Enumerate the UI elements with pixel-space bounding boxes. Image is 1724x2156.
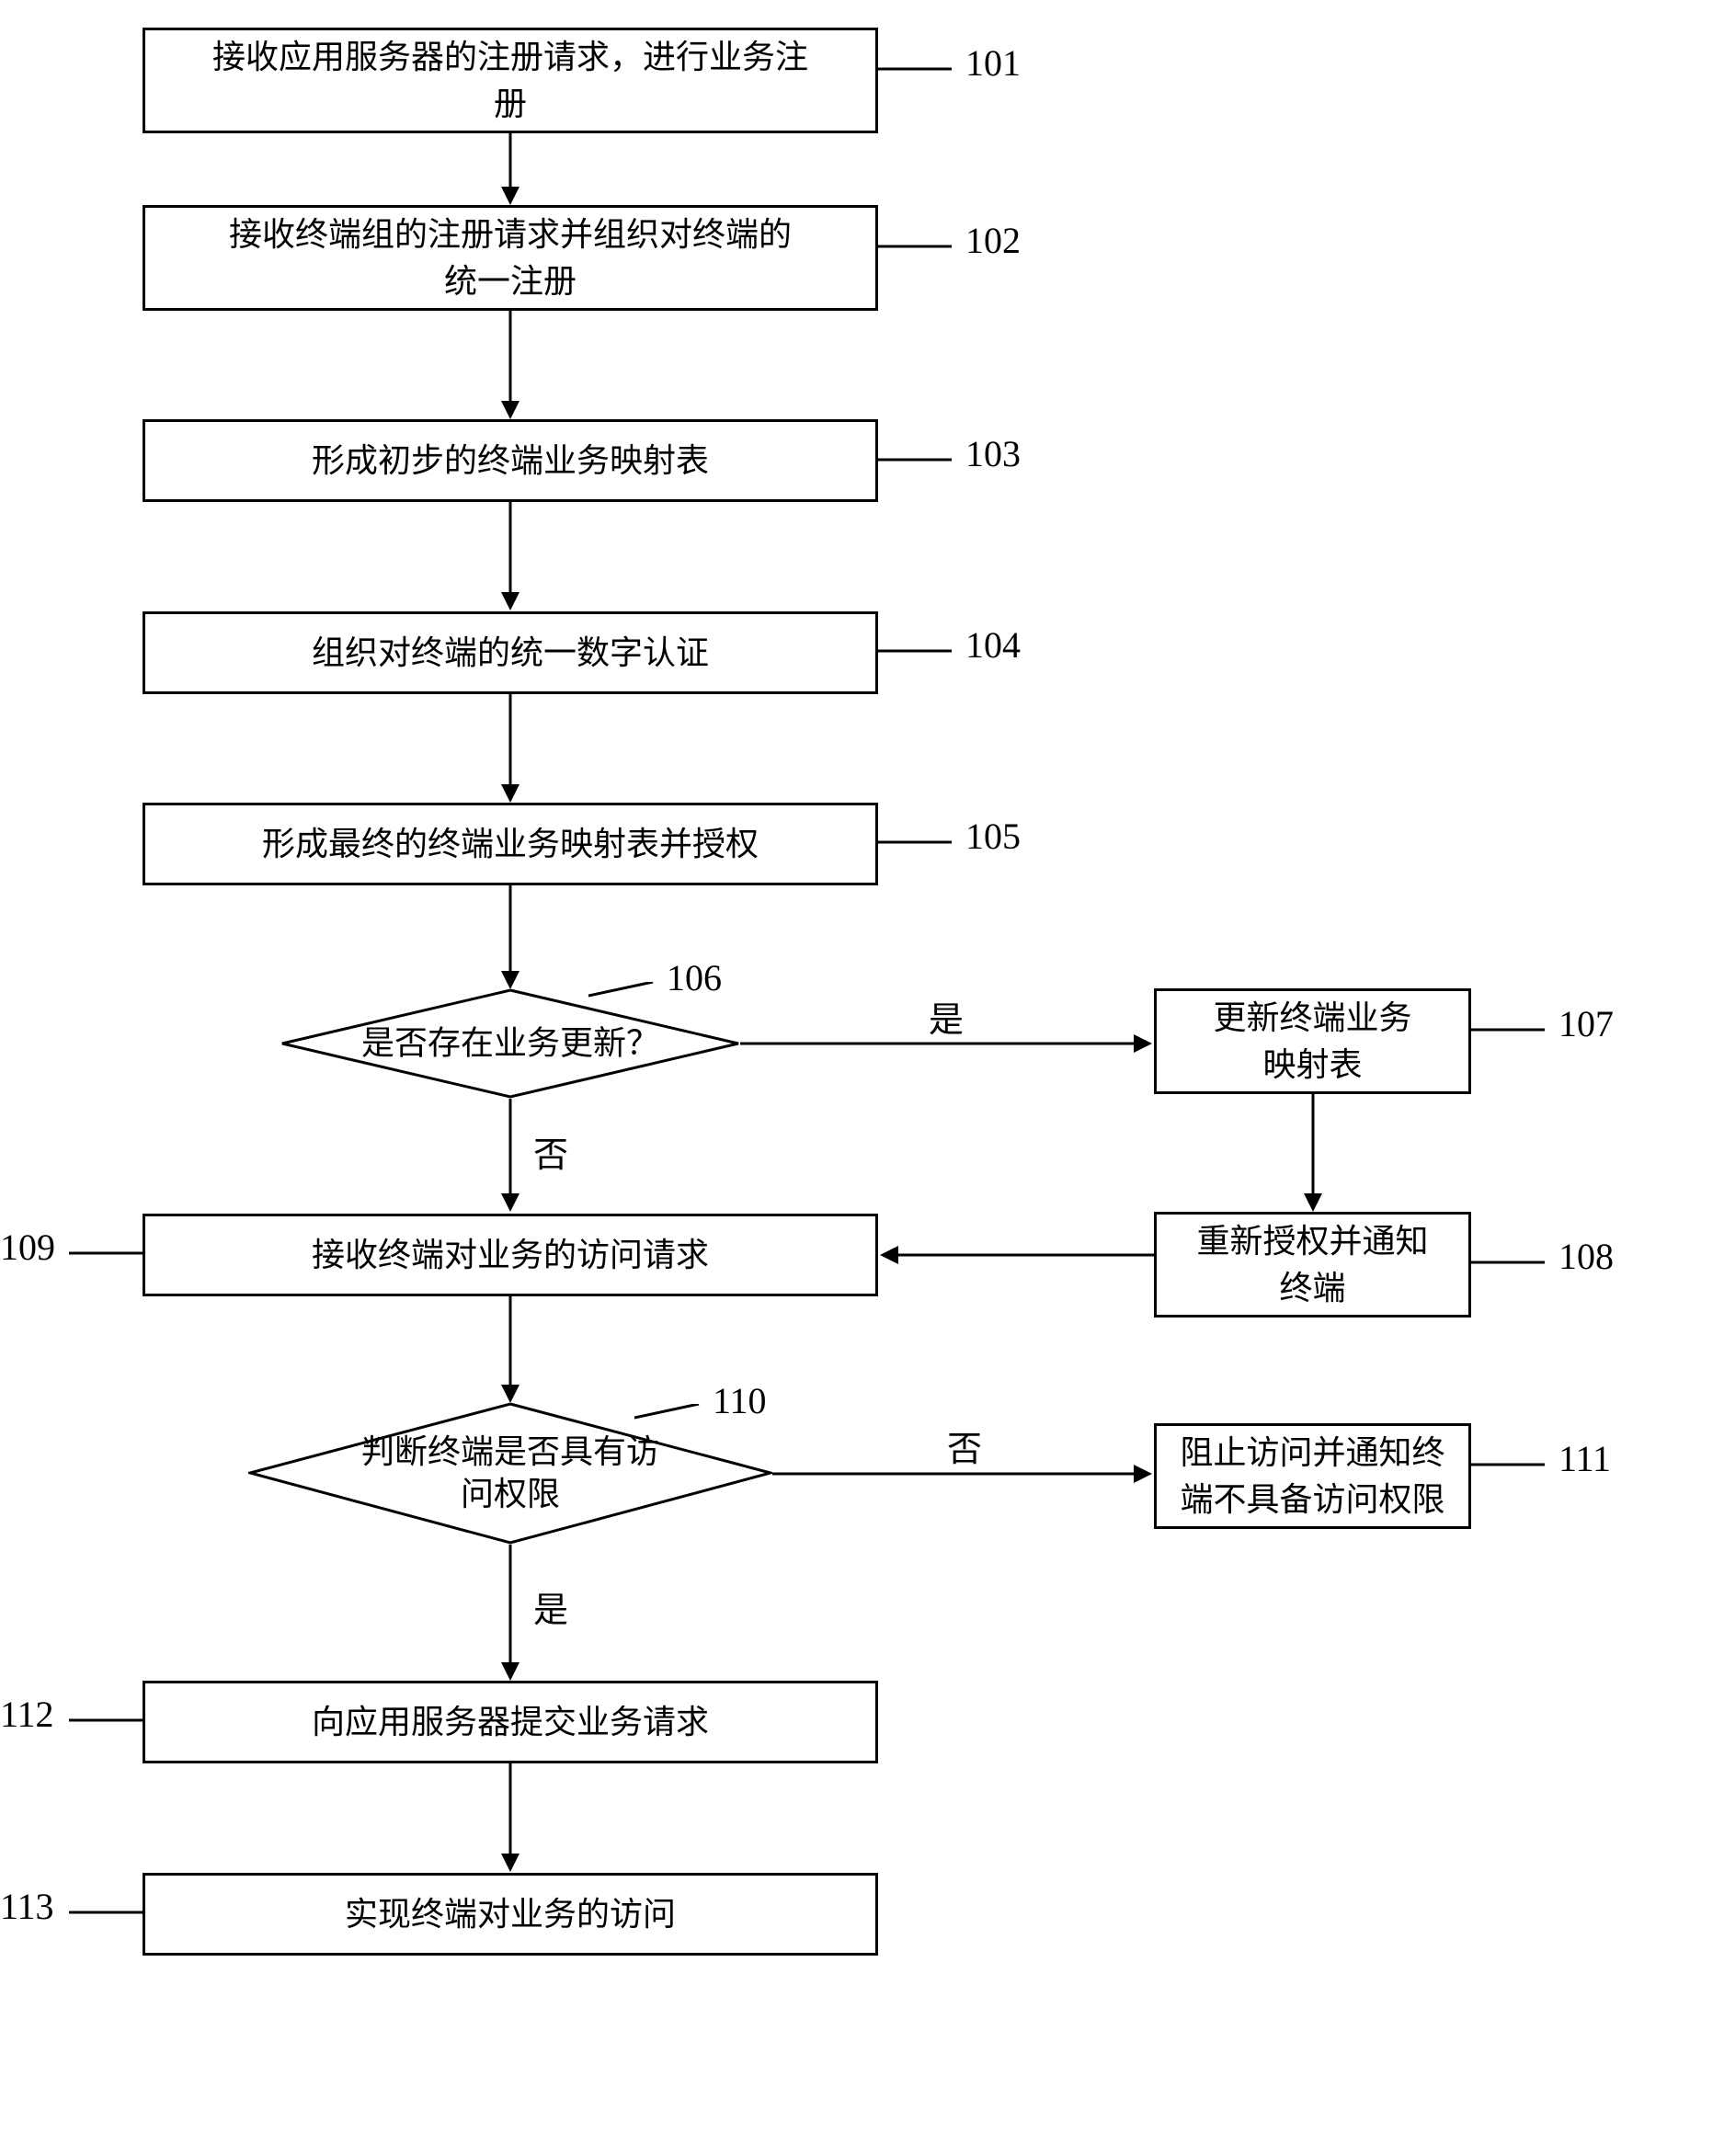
- step-103-text: 形成初步的终端业务映射表: [312, 438, 709, 484]
- step-113-text: 实现终端对业务的访问: [345, 1891, 676, 1937]
- arrow-106-109: [497, 1099, 533, 1214]
- connector-108-label: [1471, 1249, 1563, 1276]
- label-109: 109: [0, 1226, 55, 1269]
- label-106: 106: [667, 956, 722, 999]
- step-107-text: 更新终端业务映射表: [1213, 995, 1411, 1088]
- edge-106-no: 否: [533, 1126, 568, 1177]
- arrow-109-110: [497, 1296, 533, 1405]
- arrow-108-109: [878, 1241, 1154, 1269]
- arrow-107-108: [1299, 1094, 1336, 1214]
- arrow-105-106: [497, 885, 533, 991]
- step-102: 接收终端组的注册请求并组织对终端的统一注册: [143, 205, 878, 311]
- connector-110-label: [634, 1404, 717, 1432]
- label-103: 103: [965, 432, 1021, 475]
- connector-109-label: [69, 1239, 143, 1267]
- arrow-102-103: [497, 311, 533, 421]
- label-110: 110: [713, 1379, 767, 1422]
- connector-102-label: [878, 233, 970, 260]
- arrow-104-105: [497, 694, 533, 804]
- connector-105-label: [878, 828, 970, 856]
- decision-110-text: 判断终端是否具有访问权限: [345, 1431, 676, 1517]
- connector-106-label: [588, 982, 671, 1010]
- edge-106-yes: 是: [929, 991, 964, 1042]
- arrow-101-102: [497, 133, 533, 207]
- step-101: 接收应用服务器的注册请求，进行业务注册: [143, 28, 878, 133]
- label-101: 101: [965, 41, 1021, 85]
- label-102: 102: [965, 219, 1021, 262]
- connector-113-label: [69, 1899, 143, 1926]
- step-112: 向应用服务器提交业务请求: [143, 1681, 878, 1763]
- arrow-103-104: [497, 502, 533, 612]
- label-105: 105: [965, 815, 1021, 858]
- label-108: 108: [1558, 1235, 1614, 1278]
- step-103: 形成初步的终端业务映射表: [143, 419, 878, 502]
- step-113: 实现终端对业务的访问: [143, 1873, 878, 1956]
- label-107: 107: [1558, 1002, 1614, 1045]
- step-111-text: 阻止访问并通知终端不具备访问权限: [1180, 1430, 1444, 1523]
- arrow-110-112: [497, 1545, 533, 1683]
- step-102-text: 接收终端组的注册请求并组织对终端的统一注册: [229, 211, 792, 304]
- step-105-text: 形成最终的终端业务映射表并授权: [262, 821, 759, 867]
- step-108: 重新授权并通知终端: [1154, 1212, 1471, 1318]
- step-101-text: 接收应用服务器的注册请求，进行业务注册: [212, 34, 808, 127]
- arrow-112-113: [497, 1763, 533, 1874]
- label-113: 113: [0, 1885, 54, 1928]
- connector-111-label: [1471, 1451, 1563, 1478]
- decision-106: 是否存在业务更新？: [280, 988, 740, 1099]
- step-104: 组织对终端的统一数字认证: [143, 611, 878, 694]
- step-108-text: 重新授权并通知终端: [1196, 1218, 1428, 1311]
- connector-104-label: [878, 637, 970, 665]
- connector-103-label: [878, 446, 970, 473]
- label-111: 111: [1558, 1437, 1611, 1480]
- edge-110-yes: 是: [533, 1581, 568, 1632]
- step-109: 接收终端对业务的访问请求: [143, 1214, 878, 1296]
- edge-110-no: 否: [947, 1420, 982, 1471]
- connector-107-label: [1471, 1016, 1563, 1044]
- step-111: 阻止访问并通知终端不具备访问权限: [1154, 1423, 1471, 1529]
- decision-106-text: 是否存在业务更新？: [361, 1022, 659, 1066]
- connector-101-label: [878, 55, 970, 83]
- step-109-text: 接收终端对业务的访问请求: [312, 1232, 709, 1278]
- connector-112-label: [69, 1706, 143, 1734]
- step-105: 形成最终的终端业务映射表并授权: [143, 803, 878, 885]
- label-112: 112: [0, 1693, 54, 1736]
- step-104-text: 组织对终端的统一数字认证: [312, 630, 709, 676]
- step-107: 更新终端业务映射表: [1154, 988, 1471, 1094]
- label-104: 104: [965, 623, 1021, 667]
- step-112-text: 向应用服务器提交业务请求: [312, 1699, 709, 1745]
